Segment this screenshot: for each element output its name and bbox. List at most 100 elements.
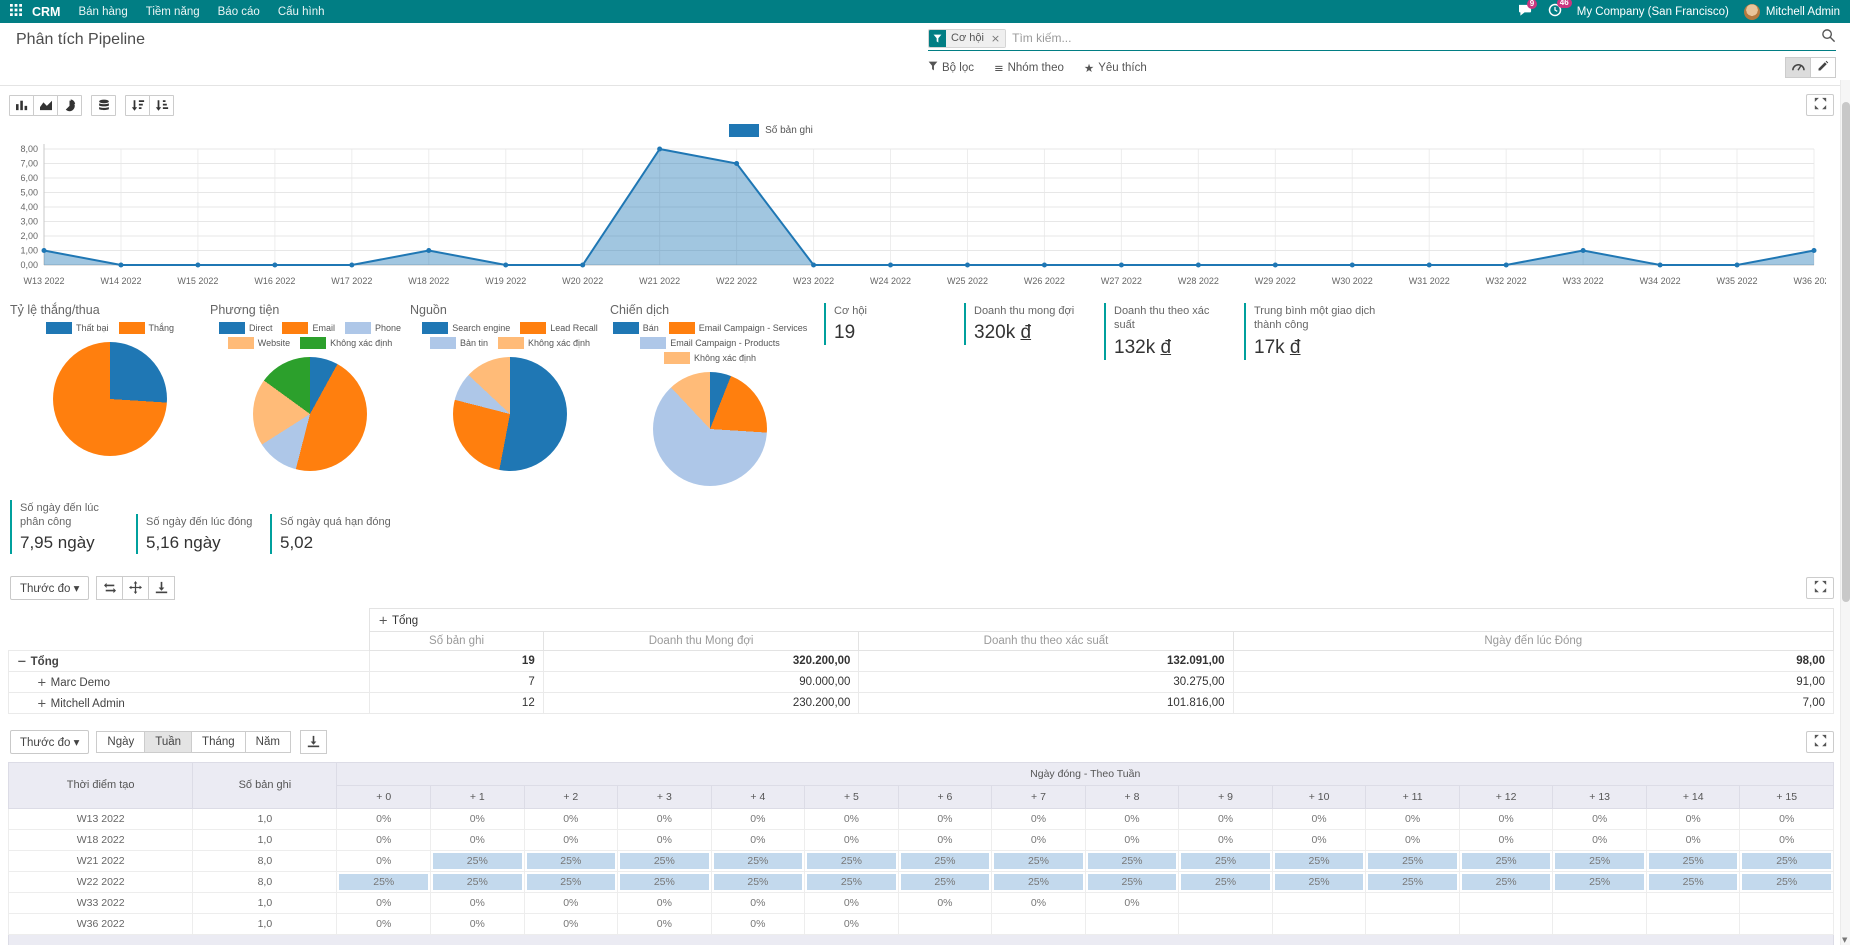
legend-item[interactable]: Phone [345, 322, 401, 334]
graph-expand-button[interactable] [1806, 94, 1834, 116]
legend-item[interactable]: Direct [219, 322, 273, 334]
legend-item[interactable]: Website [228, 337, 290, 349]
favorites-button[interactable]: ★ Yêu thích [1084, 61, 1147, 75]
legend-item[interactable]: Email Campaign - Products [640, 337, 780, 349]
cohort-measures-button[interactable]: Thước đo ▾ [10, 730, 89, 754]
menu-configuration[interactable]: Cấu hình [278, 6, 325, 18]
expand-all-button[interactable] [122, 576, 149, 600]
interval-button-tuần[interactable]: Tuần [144, 731, 192, 753]
kpi-cards: Cơ hội 19 Doanh thu mong đợi 320k đ Doan… [824, 303, 1380, 486]
download-button[interactable] [148, 576, 175, 600]
bar-chart-button[interactable] [9, 95, 34, 116]
pivot-row: +Mitchell Admin12230.200,00101.816,007,0… [9, 692, 1834, 713]
pivot-measures-button[interactable]: Thước đo ▾ [10, 576, 89, 600]
pivot-row-label[interactable]: −Tổng [9, 650, 370, 671]
search-facet[interactable]: Cơ hội × [928, 29, 1006, 48]
legend-item[interactable]: Không xác định [300, 337, 392, 349]
pivot-view-button[interactable] [91, 95, 116, 116]
cohort-offset-header: + 9 [1179, 785, 1273, 808]
pivot-expand-button[interactable] [1806, 577, 1834, 599]
search-icon[interactable] [1821, 28, 1836, 48]
interval-button-ngày[interactable]: Ngày [96, 731, 145, 753]
scrollbar-down-arrow[interactable]: ▼ [1842, 936, 1847, 944]
search-input[interactable] [1012, 31, 1821, 45]
cohort-download-button[interactable] [300, 730, 327, 754]
messages-button[interactable]: 9 [1518, 4, 1533, 20]
cohort-cell [1366, 913, 1460, 934]
cohort-cell: 0% [1366, 808, 1460, 829]
pivot-group-header[interactable]: +Tổng [370, 608, 1834, 631]
cohort-row-label: W36 2022 [9, 913, 193, 934]
pivot-measure-header[interactable]: Số bản ghi [370, 631, 543, 650]
interval-button-tháng[interactable]: Tháng [191, 731, 246, 753]
legend-item[interactable]: Thất bại [46, 322, 109, 334]
legend-item[interactable]: Email Campaign - Services [669, 322, 808, 334]
cohort-cell: 0% [805, 913, 899, 934]
menu-sales[interactable]: Bán hàng [78, 6, 127, 18]
pie-chart[interactable] [653, 372, 767, 486]
flip-axis-button[interactable] [96, 576, 123, 600]
pivot-row-label[interactable]: +Mitchell Admin [9, 692, 370, 713]
pie-chart[interactable] [453, 357, 567, 471]
menu-leads[interactable]: Tiềm năng [146, 6, 200, 18]
interval-button-năm[interactable]: Năm [245, 731, 291, 753]
cohort-row-label: W21 2022 [9, 850, 193, 871]
pie-chart[interactable] [253, 357, 367, 471]
sort-desc-button[interactable] [125, 95, 150, 116]
cohort-cell: 0% [1272, 808, 1366, 829]
menu-reporting[interactable]: Báo cáo [218, 6, 260, 18]
pie-chart[interactable] [53, 342, 167, 456]
legend-item[interactable]: Bản tin [430, 337, 488, 349]
pie-title: Phương tiện [210, 303, 410, 317]
legend-item[interactable]: Thắng [119, 322, 175, 334]
pivot-cell: 90.000,00 [543, 671, 859, 692]
kpi-label: Trung bình một giao dịch thành công [1254, 304, 1380, 333]
legend-item[interactable]: Không xác định [498, 337, 590, 349]
user-menu[interactable]: Mitchell Admin [1744, 4, 1840, 20]
groupby-button[interactable]: ≡ Nhóm theo [994, 61, 1064, 75]
edit-dashboard-button[interactable] [1810, 57, 1836, 78]
sort-asc-button[interactable] [149, 95, 174, 116]
cohort-cell: 25% [1179, 871, 1273, 892]
cohort-cell: 25% [1646, 871, 1740, 892]
pivot-blank-header [9, 608, 370, 650]
pie-widget: Tỷ lệ thắng/thua Thất bạiThắng [10, 303, 210, 486]
pivot-measure-header[interactable]: Ngày đến lúc Đóng [1233, 631, 1833, 650]
cohort-cell: 0% [711, 829, 805, 850]
app-name[interactable]: CRM [32, 5, 60, 19]
pie-widget: Nguồn Search engineLead RecallBản tinKhô… [410, 303, 610, 486]
pivot-cell: 19 [370, 650, 543, 671]
facet-close-icon[interactable]: × [989, 30, 1005, 47]
stat-label: Số ngày quá hạn đóng [280, 515, 392, 529]
pivot-measure-header[interactable]: Doanh thu Mong đợi [543, 631, 859, 650]
legend-item[interactable]: Search engine [422, 322, 510, 334]
filters-button[interactable]: Bộ lọc [928, 61, 974, 75]
pivot-row-label[interactable]: +Marc Demo [9, 671, 370, 692]
pie-chart-button[interactable] [57, 95, 82, 116]
cohort-cell: 0% [1740, 829, 1834, 850]
pivot-cell: 230.200,00 [543, 692, 859, 713]
scrollbar-thumb[interactable] [1842, 102, 1850, 602]
line-chart-button[interactable] [33, 95, 58, 116]
legend-item[interactable]: Email [282, 322, 335, 334]
company-switcher[interactable]: My Company (San Francisco) [1577, 6, 1729, 18]
area-chart[interactable]: 0,001,002,003,004,005,006,007,008,00W13 … [8, 139, 1826, 291]
chart-legend[interactable]: Số bản ghi [0, 124, 1684, 137]
svg-text:W27 2022: W27 2022 [1101, 276, 1142, 286]
cohort-cell: 0% [1740, 808, 1834, 829]
pivot-measure-header[interactable]: Doanh thu theo xác suất [859, 631, 1233, 650]
legend-swatch [345, 322, 371, 334]
legend-item[interactable]: Bán [613, 322, 659, 334]
legend-item[interactable]: Không xác định [664, 352, 756, 364]
vertical-scrollbar[interactable]: ▼ [1840, 80, 1850, 945]
cohort-cell: 0% [898, 808, 992, 829]
cohort-expand-button[interactable] [1806, 731, 1834, 753]
cohort-offset-header: + 0 [337, 785, 431, 808]
cohort-cell [898, 913, 992, 934]
apps-menu-button[interactable] [10, 4, 22, 19]
cohort-cell: 0% [337, 829, 431, 850]
legend-item[interactable]: Lead Recall [520, 322, 598, 334]
activities-button[interactable]: 46 [1548, 3, 1562, 20]
cohort-cell: 0% [1646, 808, 1740, 829]
dashboard-view-button[interactable] [1785, 57, 1811, 78]
